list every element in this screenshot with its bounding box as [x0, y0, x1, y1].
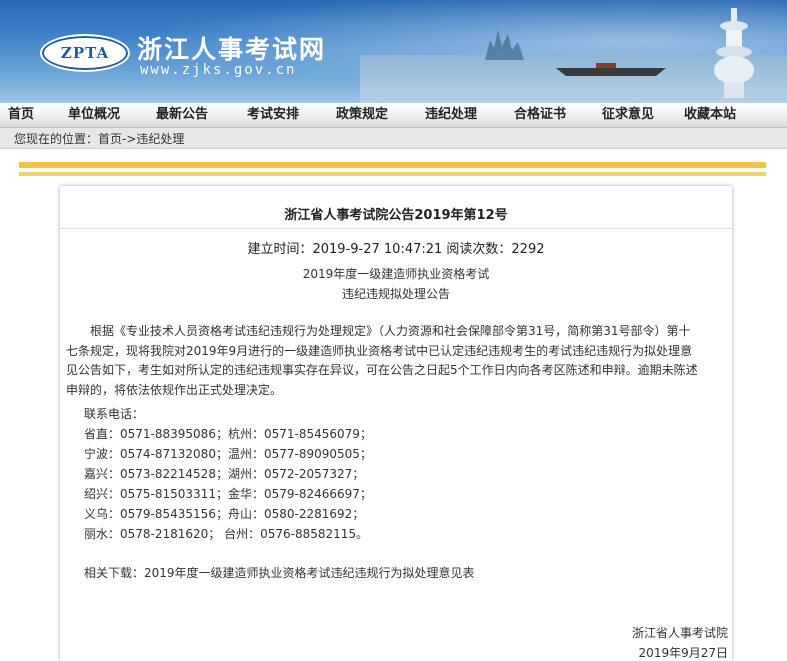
site-banner: ZPTA 浙江人事考试网 www.zjks.gov.cn	[0, 0, 787, 103]
contact-line: 宁波：0574-87132080；温州：0577-89090505；	[84, 447, 372, 461]
contact-label: 联系电话：	[84, 407, 145, 421]
nav-item-home[interactable]: 首页	[8, 103, 34, 127]
nav-item-discipline[interactable]: 违纪处理	[425, 103, 477, 127]
download-link[interactable]: 2019年度一级建造师执业资格考试违纪违规行为拟处理意见表	[144, 566, 475, 580]
nav-item-bookmark[interactable]: 收藏本站	[684, 103, 736, 127]
breadcrumb-home-link[interactable]: 首页	[98, 132, 122, 146]
article-panel: 浙江省人事考试院公告2019年第12号 建立时间：2019-9-27 10:47…	[60, 186, 732, 661]
gold-divider-top	[19, 162, 766, 168]
tree-silhouette-icon	[485, 30, 524, 60]
site-url: www.zjks.gov.cn	[140, 62, 297, 78]
site-name: 浙江人事考试网	[137, 35, 327, 64]
stone-pagoda-icon	[714, 8, 754, 98]
nav-item-feedback[interactable]: 征求意见	[602, 103, 654, 127]
nav-item-certificates[interactable]: 合格证书	[514, 103, 566, 127]
article-title: 浙江省人事考试院公告2019年第12号	[284, 208, 508, 223]
contact-line: 丽水：0578-2181620； 台州：0576-88582115。	[84, 527, 369, 541]
breadcrumb: 您现在的位置：首页->违纪处理	[0, 128, 787, 149]
article-subtitle-notice: 违纪违规拟处理公告	[341, 287, 450, 301]
article-subtitle-exam: 2019年度一级建造师执业资格考试	[302, 267, 490, 281]
related-download: 相关下载：2019年度一级建造师执业资格考试违纪违规行为拟处理意见表	[84, 564, 475, 581]
contact-line: 义乌：0579-85435156；舟山：0580-2281692；	[84, 507, 365, 521]
title-divider	[60, 228, 732, 229]
site-logo[interactable]: ZPTA	[40, 34, 130, 72]
breadcrumb-prefix: 您现在的位置：	[14, 132, 99, 146]
main-nav: 首页 单位概况 最新公告 考试安排 政策规定 违纪处理 合格证书 征求意见 收藏…	[0, 103, 787, 128]
breadcrumb-current[interactable]: 违纪处理	[136, 132, 184, 146]
logo-text: ZPTA	[60, 44, 110, 62]
contact-line: 省直：0571-88395086；杭州：0571-85456079；	[84, 427, 372, 441]
contact-line: 嘉兴：0573-82214528；湖州：0572-2057327；	[84, 467, 365, 481]
signature-date: 2019年9月27日	[638, 646, 728, 660]
signature-org: 浙江省人事考试院	[631, 626, 728, 640]
download-label: 相关下载：	[84, 566, 145, 580]
nav-item-exam-schedule[interactable]: 考试安排	[247, 103, 299, 127]
nav-item-policies[interactable]: 政策规定	[336, 103, 388, 127]
contact-line: 绍兴：0575-81503311；金华：0579-82466697；	[84, 487, 372, 501]
gold-divider-bottom	[19, 172, 766, 176]
article-paragraph: 根据《专业技术人员资格考试违纪违规行为处理规定》（人力资源和社会保障部令第31号…	[66, 324, 698, 397]
breadcrumb-text: 您现在的位置：首页->违纪处理	[14, 130, 184, 147]
nav-item-announcements[interactable]: 最新公告	[156, 103, 208, 127]
boat-icon	[556, 63, 666, 76]
article-meta: 建立时间：2019-9-27 10:47:21 阅读次数：2292	[247, 242, 545, 257]
nav-item-about[interactable]: 单位概况	[68, 103, 120, 127]
breadcrumb-arrow: ->	[122, 132, 137, 146]
